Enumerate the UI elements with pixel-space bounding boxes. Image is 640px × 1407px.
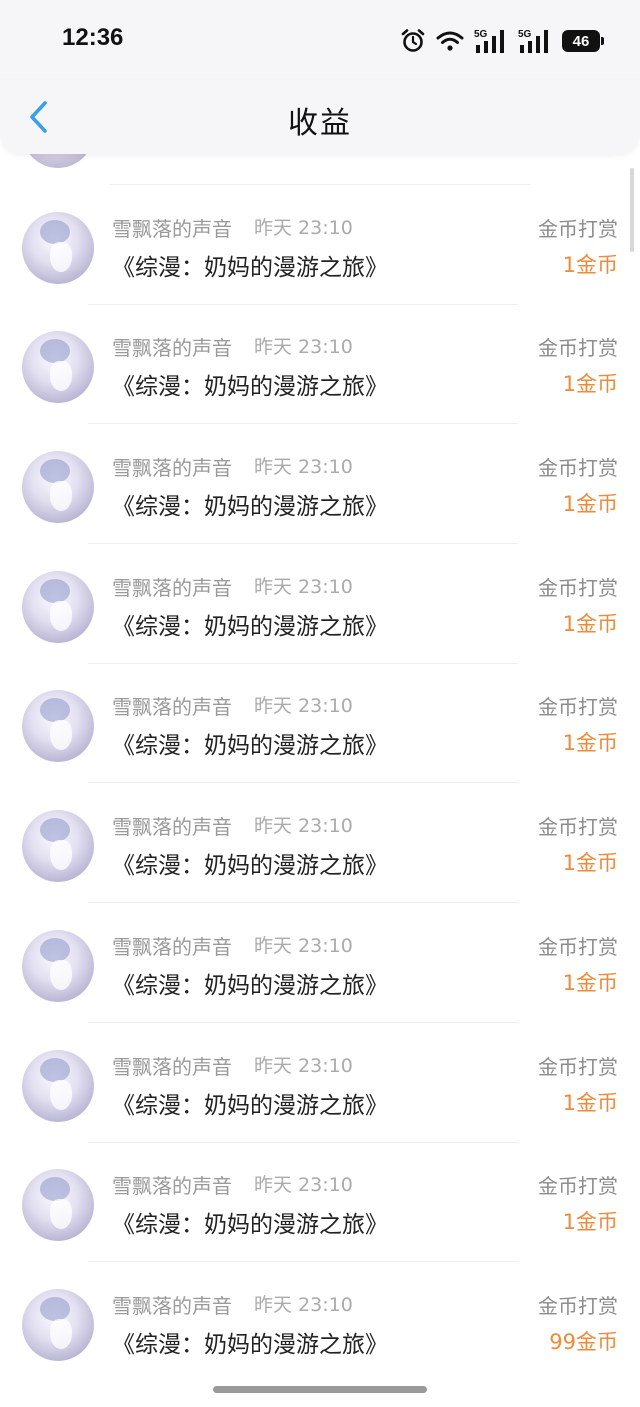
divider: [88, 1022, 518, 1023]
list-item[interactable]: 雪飘落的声音 昨天 23:10 《综漫：奶妈的漫游之旅》 金币打赏 99金币: [0, 1263, 640, 1382]
home-indicator[interactable]: [213, 1386, 427, 1393]
reward-type: 金币打赏: [538, 1055, 618, 1079]
reward-type: 金币打赏: [538, 456, 618, 480]
reward-amount: 1金币: [562, 971, 618, 995]
reward-type: 金币打赏: [538, 1294, 618, 1318]
book-title: 《综漫：奶妈的漫游之旅》: [112, 494, 388, 520]
reward-amount: 1金币: [562, 731, 618, 755]
avatar: [22, 571, 94, 643]
reward-type: 金币打赏: [538, 336, 618, 360]
reward-type: 金币打赏: [538, 935, 618, 959]
signal-icon: 5G: [474, 28, 508, 54]
avatar: [22, 810, 94, 882]
reward-amount: 1金币: [562, 492, 618, 516]
user-name: 雪飘落的声音: [112, 217, 232, 241]
book-title: 《综漫：奶妈的漫游之旅》: [112, 614, 388, 640]
reward-type: 金币打赏: [538, 576, 618, 600]
timestamp: 昨天 23:10: [254, 456, 353, 478]
avatar: [22, 331, 94, 403]
user-name: 雪飘落的声音: [112, 1055, 232, 1079]
book-title: 《综漫：奶妈的漫游之旅》: [112, 1332, 388, 1358]
user-name: 雪飘落的声音: [112, 336, 232, 360]
timestamp: 昨天 23:10: [254, 695, 353, 717]
book-title: 《综漫：奶妈的漫游之旅》: [112, 853, 388, 879]
reward-amount: 1金币: [562, 372, 618, 396]
reward-amount: 99金币: [549, 1330, 618, 1354]
divider: [88, 543, 518, 544]
divider: [88, 423, 518, 424]
user-name: 雪飘落的声音: [112, 456, 232, 480]
list-item[interactable]: 雪飘落的声音 昨天 23:10 《综漫：奶妈的漫游之旅》 金币打赏 1金币: [0, 664, 640, 783]
divider: [88, 782, 518, 783]
timestamp: 昨天 23:10: [254, 815, 353, 837]
book-title: 《综漫：奶妈的漫游之旅》: [112, 973, 388, 999]
list-item[interactable]: 雪飘落的声音 昨天 23:10 《综漫：奶妈的漫游之旅》 金币打赏 1金币: [0, 784, 640, 903]
timestamp: 昨天 23:10: [254, 1055, 353, 1077]
avatar: [22, 1169, 94, 1241]
list-item[interactable]: 雪飘落的声音 昨天 23:10 《综漫：奶妈的漫游之旅》 金币打赏 1金币: [0, 425, 640, 544]
nav-bar: 收益: [0, 80, 640, 154]
reward-amount: 1金币: [562, 1210, 618, 1234]
avatar: [22, 690, 94, 762]
book-title: 《综漫：奶妈的漫游之旅》: [112, 374, 388, 400]
battery-icon: 46: [562, 30, 604, 52]
reward-amount: 1金币: [562, 1091, 618, 1115]
list-item[interactable]: 雪飘落的声音 昨天 23:10 《综漫：奶妈的漫游之旅》 金币打赏 1金币: [0, 545, 640, 664]
user-name: 雪飘落的声音: [112, 815, 232, 839]
list-item[interactable]: 雪飘落的声音 昨天 23:10 《综漫：奶妈的漫游之旅》 金币打赏 1金币: [0, 186, 640, 305]
avatar: [22, 930, 94, 1002]
status-bar: 12:36 5G 5G 46: [0, 0, 640, 80]
reward-type: 金币打赏: [538, 815, 618, 839]
user-name: 雪飘落的声音: [112, 1294, 232, 1318]
timestamp: 昨天 23:10: [254, 217, 353, 239]
timestamp: 昨天 23:10: [254, 935, 353, 957]
timestamp: 昨天 23:10: [254, 576, 353, 598]
divider: [88, 902, 518, 903]
avatar: [22, 154, 94, 168]
divider: [110, 184, 530, 185]
reward-type: 金币打赏: [538, 695, 618, 719]
network-label: 5G: [518, 29, 532, 40]
status-time: 12:36: [62, 24, 124, 51]
book-title: 《综漫：奶妈的漫游之旅》: [112, 733, 388, 759]
list-item[interactable]: 雪飘落的声音 昨天 23:10 《综漫：奶妈的漫游之旅》 金币打赏 1金币: [0, 305, 640, 424]
timestamp: 昨天 23:10: [254, 1294, 353, 1316]
user-name: 雪飘落的声音: [112, 576, 232, 600]
timestamp: 昨天 23:10: [254, 336, 353, 358]
avatar: [22, 1050, 94, 1122]
avatar: [22, 1289, 94, 1361]
book-title: 《综漫：奶妈的漫游之旅》: [112, 1093, 388, 1119]
book-title: 《综漫：奶妈的漫游之旅》: [112, 255, 388, 281]
user-name: 雪飘落的声音: [112, 935, 232, 959]
signal-icon: 5G: [518, 28, 552, 54]
reward-amount: 1金币: [562, 851, 618, 875]
earnings-list[interactable]: 雪飘落的声音 昨天 23:10 《综漫：奶妈的漫游之旅》 金币打赏 1金币 雪飘…: [0, 154, 640, 1407]
reward-amount: 1金币: [562, 612, 618, 636]
book-title: 《综漫：奶妈的漫游之旅》: [112, 1212, 388, 1238]
network-label: 5G: [474, 29, 488, 40]
status-icons: 5G 5G 46: [400, 26, 604, 56]
avatar: [22, 212, 94, 284]
divider: [88, 1261, 518, 1262]
timestamp: 昨天 23:10: [254, 1174, 353, 1196]
alarm-icon: [400, 28, 426, 54]
page-title: 收益: [288, 106, 352, 141]
user-name: 雪飘落的声音: [112, 695, 232, 719]
avatar: [22, 451, 94, 523]
user-name: 雪飘落的声音: [112, 1174, 232, 1198]
scrollbar[interactable]: [630, 168, 634, 252]
list-item[interactable]: 雪飘落的声音 昨天 23:10 《综漫：奶妈的漫游之旅》 金币打赏 1金币: [0, 904, 640, 1023]
list-item[interactable]: 雪飘落的声音 昨天 23:10 《综漫：奶妈的漫游之旅》 金币打赏 1金币: [0, 1024, 640, 1143]
reward-amount: 1金币: [562, 253, 618, 277]
reward-type: 金币打赏: [538, 217, 618, 241]
list-item[interactable]: 雪飘落的声音 昨天 23:10 《综漫：奶妈的漫游之旅》 金币打赏 1金币: [0, 1143, 640, 1262]
reward-type: 金币打赏: [538, 1174, 618, 1198]
wifi-icon: [436, 30, 464, 52]
